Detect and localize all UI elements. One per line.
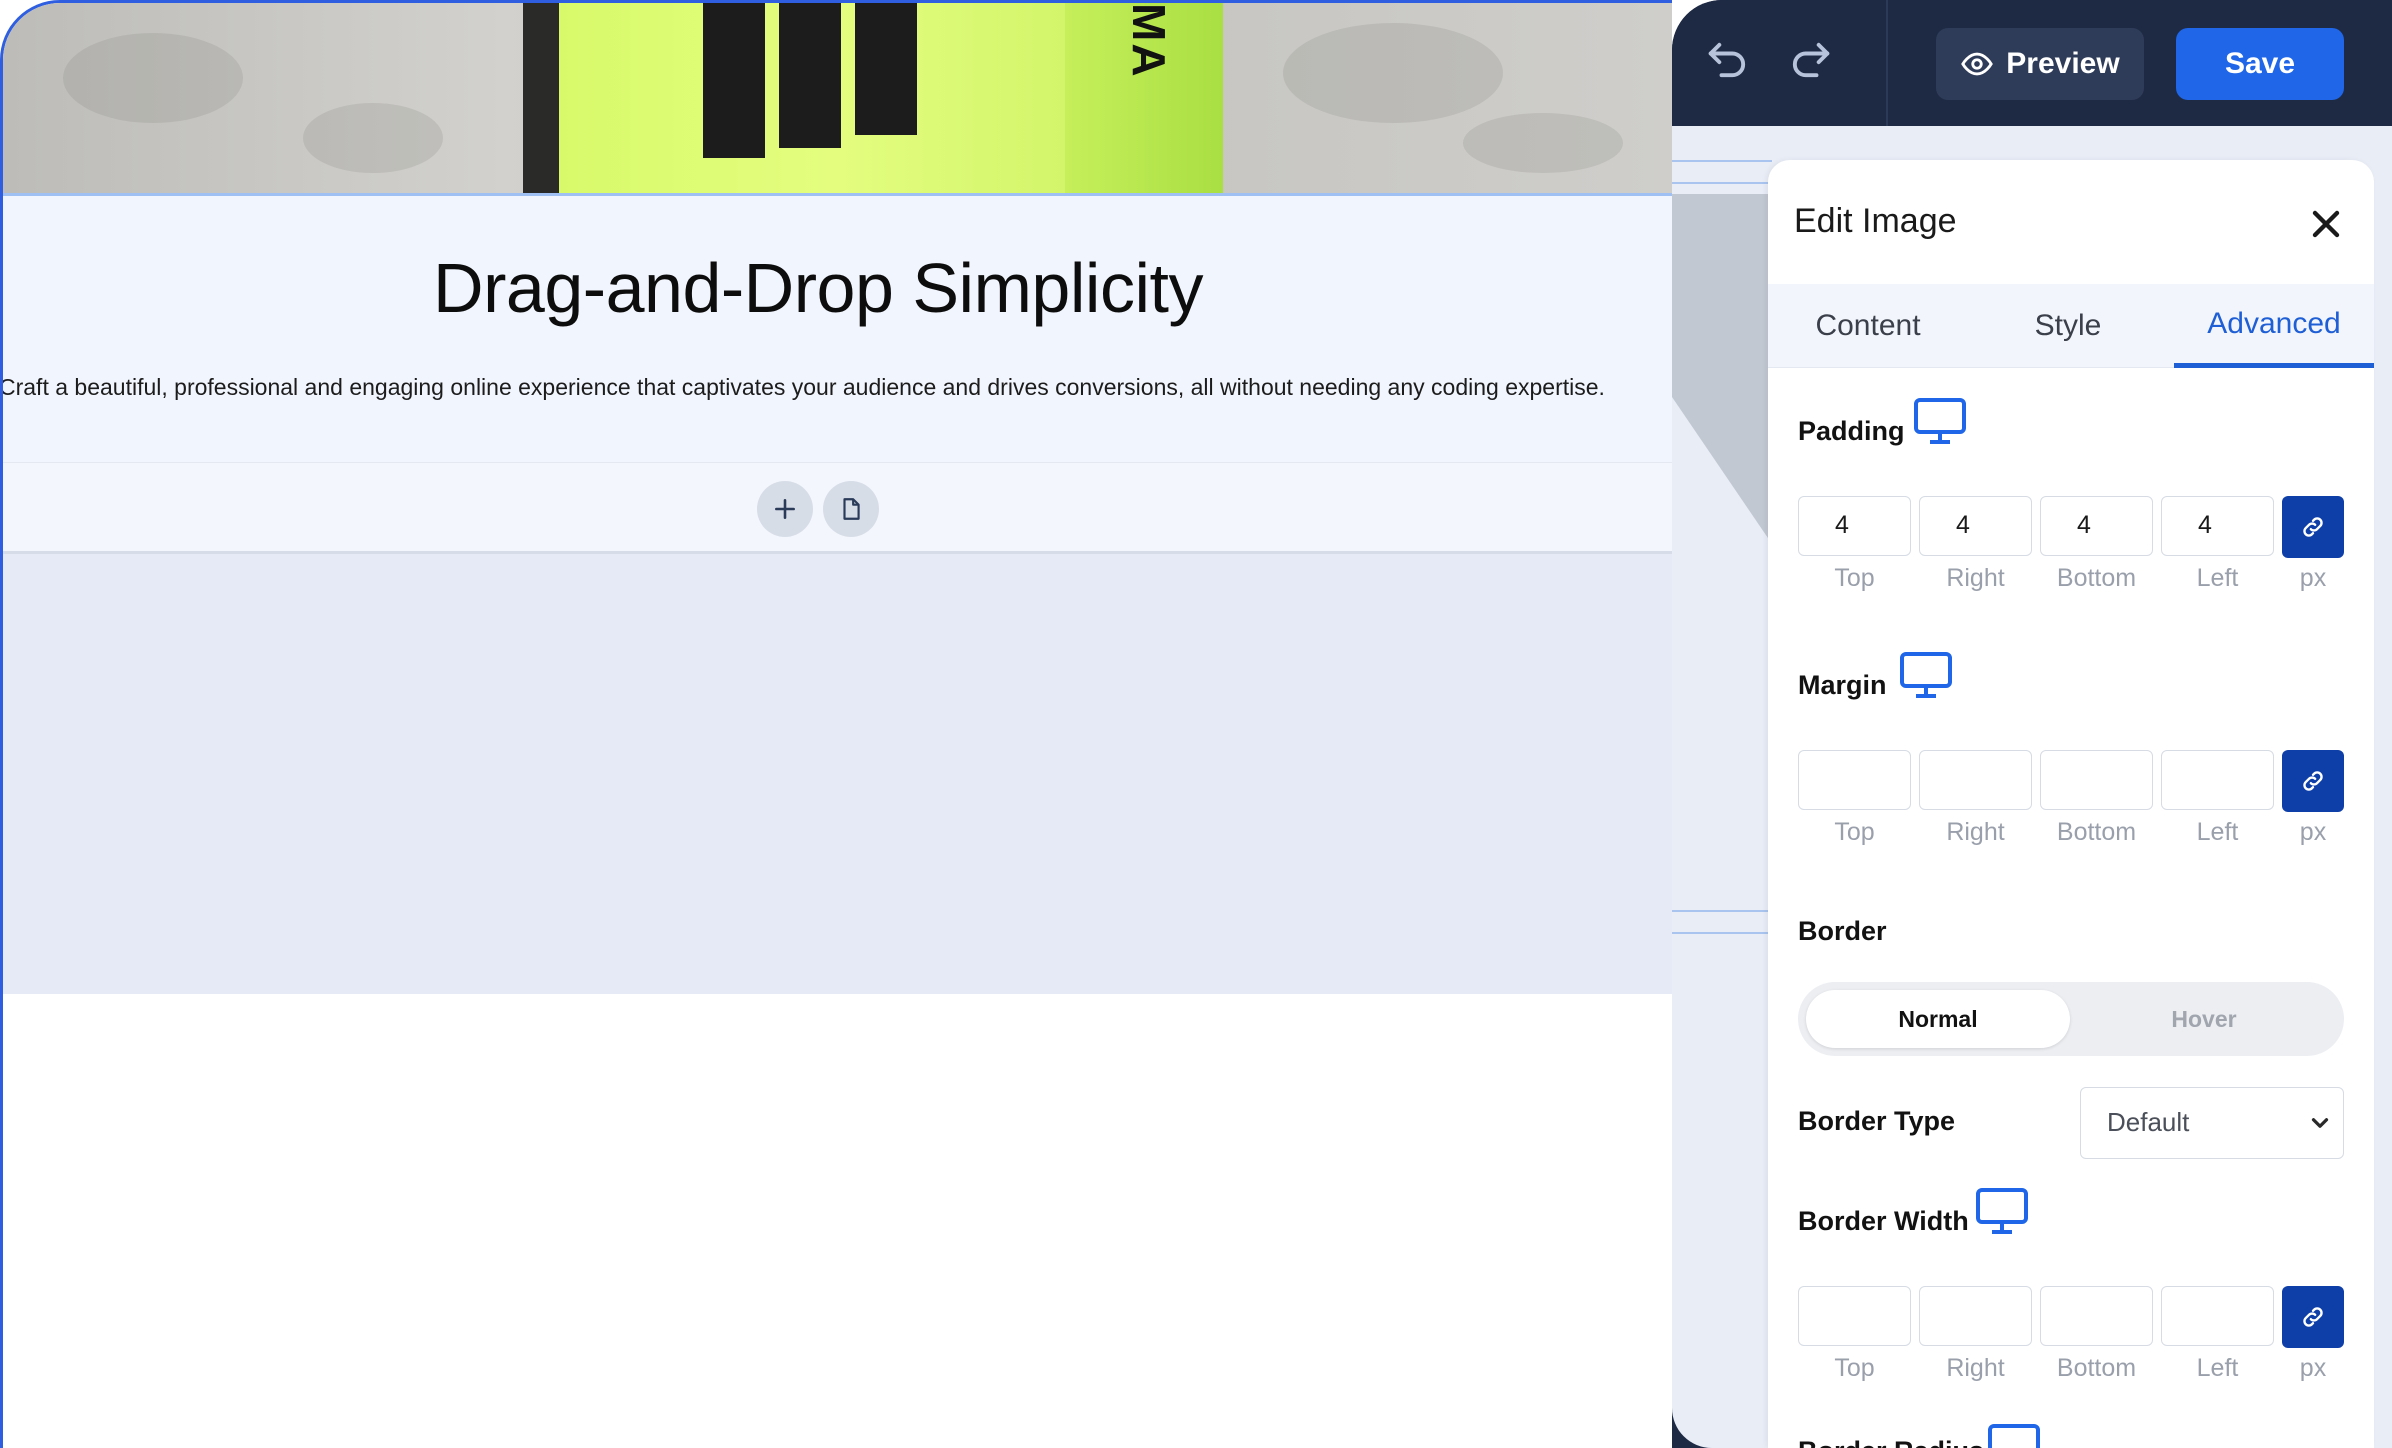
hero-image[interactable]: MA — [3, 3, 1672, 193]
file-icon — [843, 498, 860, 520]
border-width-bottom-caption: Bottom — [2056, 1354, 2137, 1382]
margin-top-input[interactable] — [1798, 750, 1911, 810]
responsive-device-button[interactable] — [1974, 1186, 2030, 1238]
add-block-button[interactable] — [757, 481, 813, 537]
margin-bottom-input[interactable] — [2040, 750, 2153, 810]
padding-bottom-input[interactable]: 4 — [2040, 496, 2153, 556]
desktop-icon — [1914, 398, 1966, 444]
border-width-left-input[interactable] — [2161, 1286, 2274, 1346]
padding-right-input[interactable]: 4 — [1919, 496, 2032, 556]
border-width-right-caption: Right — [1946, 1354, 2005, 1382]
tab-style[interactable]: Style — [1968, 284, 2168, 368]
margin-left-input[interactable] — [2161, 750, 2274, 810]
texture-spot — [1283, 23, 1503, 123]
padding-label: Padding — [1798, 416, 1905, 446]
margin-link-button[interactable] — [2282, 750, 2344, 812]
texture-spot — [303, 103, 443, 173]
border-width-label: Border Width — [1798, 1206, 1969, 1236]
margin-unit: px — [2299, 818, 2327, 846]
padding-left-caption: Left — [2196, 564, 2239, 592]
close-icon — [2312, 210, 2340, 238]
responsive-device-button[interactable] — [1912, 396, 1968, 448]
eye-icon — [1961, 52, 1994, 76]
desktop-icon — [1988, 1424, 2040, 1448]
link-icon — [2303, 1307, 2323, 1327]
panel-title: Edit Image — [1794, 202, 1957, 240]
section-paragraph[interactable]: Craft a beautiful, professional and enga… — [3, 374, 1671, 401]
page-canvas: MA Drag-and-Drop Simplicity Craft a beau… — [0, 0, 1672, 1448]
guide-line — [1672, 160, 1772, 162]
border-width-unit: px — [2299, 1354, 2327, 1382]
margin-left-caption: Left — [2196, 818, 2239, 846]
section-heading[interactable]: Drag-and-Drop Simplicity — [3, 248, 1633, 328]
box-stripe — [779, 3, 841, 148]
add-block-row — [3, 462, 1672, 554]
border-width-bottom-input[interactable] — [2040, 1286, 2153, 1346]
desktop-icon — [1976, 1188, 2028, 1234]
empty-section[interactable] — [3, 554, 1672, 994]
box-stripe — [855, 3, 917, 135]
preview-button[interactable]: Preview — [1936, 28, 2144, 100]
margin-right-input[interactable] — [1919, 750, 2032, 810]
plus-icon — [775, 499, 795, 519]
add-template-button[interactable] — [823, 481, 879, 537]
save-button[interactable]: Save — [2176, 28, 2344, 100]
guide-line — [1672, 932, 1772, 934]
redo-button[interactable] — [1784, 34, 1836, 86]
preview-label: Preview — [2006, 47, 2120, 80]
text-section[interactable]: Drag-and-Drop Simplicity Craft a beautif… — [3, 196, 1672, 462]
border-radius-label: Border Radius — [1798, 1436, 1984, 1448]
desktop-icon — [1900, 652, 1952, 698]
topbar-divider — [1886, 0, 1888, 126]
border-width-right-input[interactable] — [1919, 1286, 2032, 1346]
border-width-top-caption: Top — [1834, 1354, 1875, 1382]
redo-icon — [1792, 42, 1830, 78]
guide-line — [1672, 910, 1772, 912]
chevron-down-icon — [2311, 1118, 2329, 1128]
padding-top-input[interactable]: 4 — [1798, 496, 1911, 556]
padding-unit: px — [2299, 564, 2327, 592]
padding-right-caption: Right — [1946, 564, 2005, 592]
box-edge — [523, 3, 561, 193]
border-width-top-input[interactable] — [1798, 1286, 1911, 1346]
responsive-device-button[interactable] — [1898, 650, 1954, 702]
border-type-value: Default — [2107, 1107, 2190, 1137]
border-hover-option[interactable]: Hover — [2072, 990, 2336, 1048]
margin-label: Margin — [1798, 670, 1887, 700]
border-type-label: Border Type — [1798, 1106, 1956, 1136]
padding-bottom-caption: Bottom — [2056, 564, 2137, 592]
margin-top-caption: Top — [1834, 818, 1875, 846]
texture-spot — [63, 33, 243, 123]
border-type-select[interactable]: Default — [2080, 1087, 2344, 1159]
link-icon — [2303, 771, 2323, 791]
padding-top-caption: Top — [1834, 564, 1875, 592]
responsive-device-button[interactable] — [1986, 1422, 2042, 1448]
guide-line — [1672, 182, 1772, 184]
edit-image-panel: Edit Image Content Style Advanced Paddin… — [1768, 160, 2374, 1448]
tab-advanced[interactable]: Advanced — [2174, 284, 2374, 368]
margin-right-caption: Right — [1946, 818, 2005, 846]
box-lettering: MA — [1123, 3, 1175, 79]
margin-bottom-caption: Bottom — [2056, 818, 2137, 846]
tab-content[interactable]: Content — [1768, 284, 1968, 368]
border-width-left-caption: Left — [2196, 1354, 2239, 1382]
border-normal-option[interactable]: Normal — [1806, 990, 2070, 1048]
undo-button[interactable] — [1702, 34, 1754, 86]
border-state-toggle: Normal Hover — [1798, 982, 2344, 1056]
undo-icon — [1708, 42, 1746, 78]
border-label: Border — [1798, 916, 1887, 946]
link-icon — [2303, 517, 2323, 537]
border-width-link-button[interactable] — [2282, 1286, 2344, 1348]
close-panel-button[interactable] — [2304, 202, 2348, 246]
panel-tabs: Content Style Advanced — [1768, 284, 2374, 368]
texture-spot — [1463, 113, 1623, 173]
padding-left-input[interactable]: 4 — [2161, 496, 2274, 556]
box-stripe — [703, 3, 765, 158]
padding-link-button[interactable] — [2282, 496, 2344, 558]
